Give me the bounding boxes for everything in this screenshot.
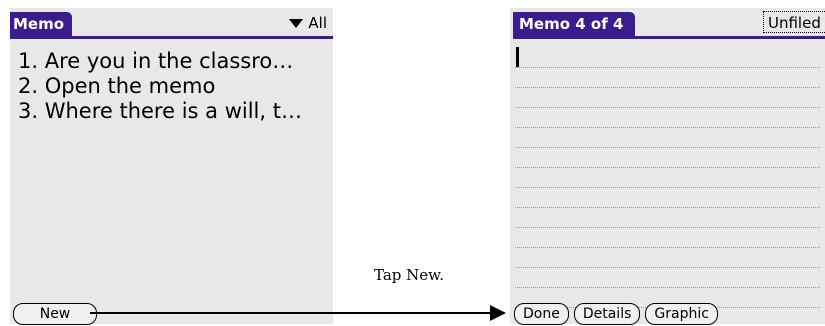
memo-list-item[interactable]: 2. Open the memo [18, 74, 302, 99]
ruled-line [515, 128, 820, 148]
app-title[interactable]: Memo [10, 12, 73, 36]
memo-list-item[interactable]: 3. Where there is a will, t… [18, 99, 302, 124]
ruled-line [515, 228, 820, 248]
done-button[interactable]: Done [514, 303, 569, 325]
graphic-button[interactable]: Graphic [645, 303, 718, 325]
title-underline [513, 36, 825, 39]
ruled-line [515, 48, 820, 68]
ruled-line [515, 208, 820, 228]
ruled-line [515, 268, 820, 288]
ruled-line [515, 168, 820, 188]
text-cursor [516, 47, 519, 67]
arrow-line [90, 312, 492, 314]
memo-list-item[interactable]: 1. Are you in the classro… [18, 49, 302, 74]
ruled-line [515, 68, 820, 88]
new-button[interactable]: New [13, 303, 97, 325]
triangle-down-icon [289, 18, 304, 28]
memo-text-area[interactable] [515, 48, 820, 308]
button-bar: Done Details Graphic [514, 303, 718, 325]
arrow-head-icon [490, 305, 506, 321]
category-label: All [308, 14, 327, 32]
memo-title: Memo 4 of 4 [513, 12, 636, 36]
ruled-line [515, 108, 820, 128]
category-dropdown[interactable]: All [289, 13, 327, 33]
memo-list-screen: Memo All 1. Are you in the classro… 2. O… [10, 8, 333, 325]
title-underline [10, 36, 333, 39]
memo-list: 1. Are you in the classro… 2. Open the m… [18, 49, 302, 124]
ruled-line [515, 148, 820, 168]
title-bar: Memo All [10, 8, 333, 39]
category-selector[interactable]: Unfiled [763, 11, 825, 33]
ruled-line [515, 88, 820, 108]
ruled-line [515, 248, 820, 268]
ruled-line [515, 188, 820, 208]
instruction-caption: Tap New. [374, 266, 444, 284]
details-button[interactable]: Details [573, 303, 641, 325]
memo-edit-screen: Memo 4 of 4 Unfiled Done Details Graphic [510, 8, 825, 325]
